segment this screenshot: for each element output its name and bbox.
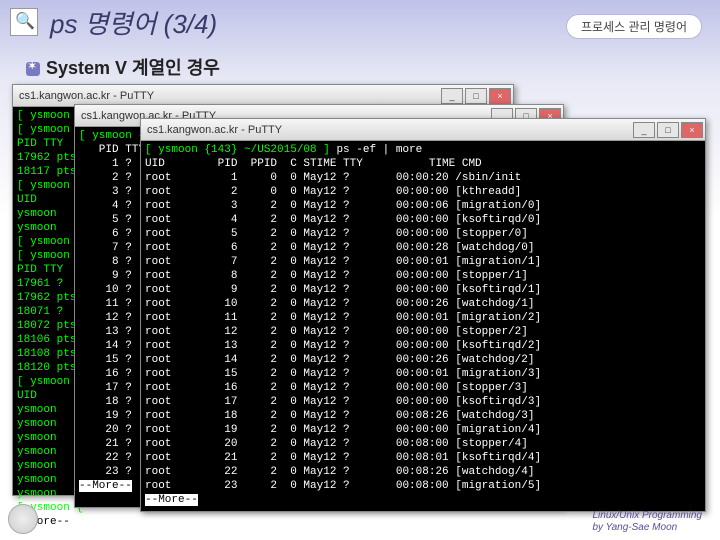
- subtitle-text: System V 계열인 경우: [46, 58, 220, 78]
- minimize-button[interactable]: _: [633, 122, 655, 138]
- university-seal-icon: [8, 504, 38, 534]
- footer-line1: Linux/Unix Programming: [593, 510, 703, 522]
- terminal-output: [ ysmoon {143} ~/US2015/08 ] ps -ef | mo…: [141, 141, 705, 509]
- maximize-button[interactable]: □: [657, 122, 679, 138]
- footer: Linux/Unix Programming by Yang-Sae Moon: [593, 510, 703, 534]
- slide: ps 명령어 (3/4) 프로세스 관리 명령어 System V 계열인 경우…: [0, 0, 720, 540]
- page-title: ps 명령어 (3/4): [50, 4, 217, 41]
- close-button[interactable]: ×: [489, 88, 511, 104]
- subtitle: System V 계열인 경우: [26, 54, 220, 80]
- window-title: cs1.kangwon.ac.kr - PuTTY: [19, 90, 154, 102]
- minimize-button[interactable]: _: [441, 88, 463, 104]
- putty-window-front[interactable]: cs1.kangwon.ac.kr - PuTTY _ □ × [ ysmoon…: [140, 118, 706, 512]
- bullet-icon: [26, 62, 40, 76]
- maximize-button[interactable]: □: [465, 88, 487, 104]
- close-button[interactable]: ×: [681, 122, 703, 138]
- magnifier-icon: [10, 8, 38, 36]
- footer-line2: by Yang-Sae Moon: [593, 522, 703, 534]
- category-tag: 프로세스 관리 명령어: [566, 14, 702, 39]
- window-title: cs1.kangwon.ac.kr - PuTTY: [147, 124, 282, 136]
- window-titlebar[interactable]: cs1.kangwon.ac.kr - PuTTY _ □ ×: [141, 119, 705, 141]
